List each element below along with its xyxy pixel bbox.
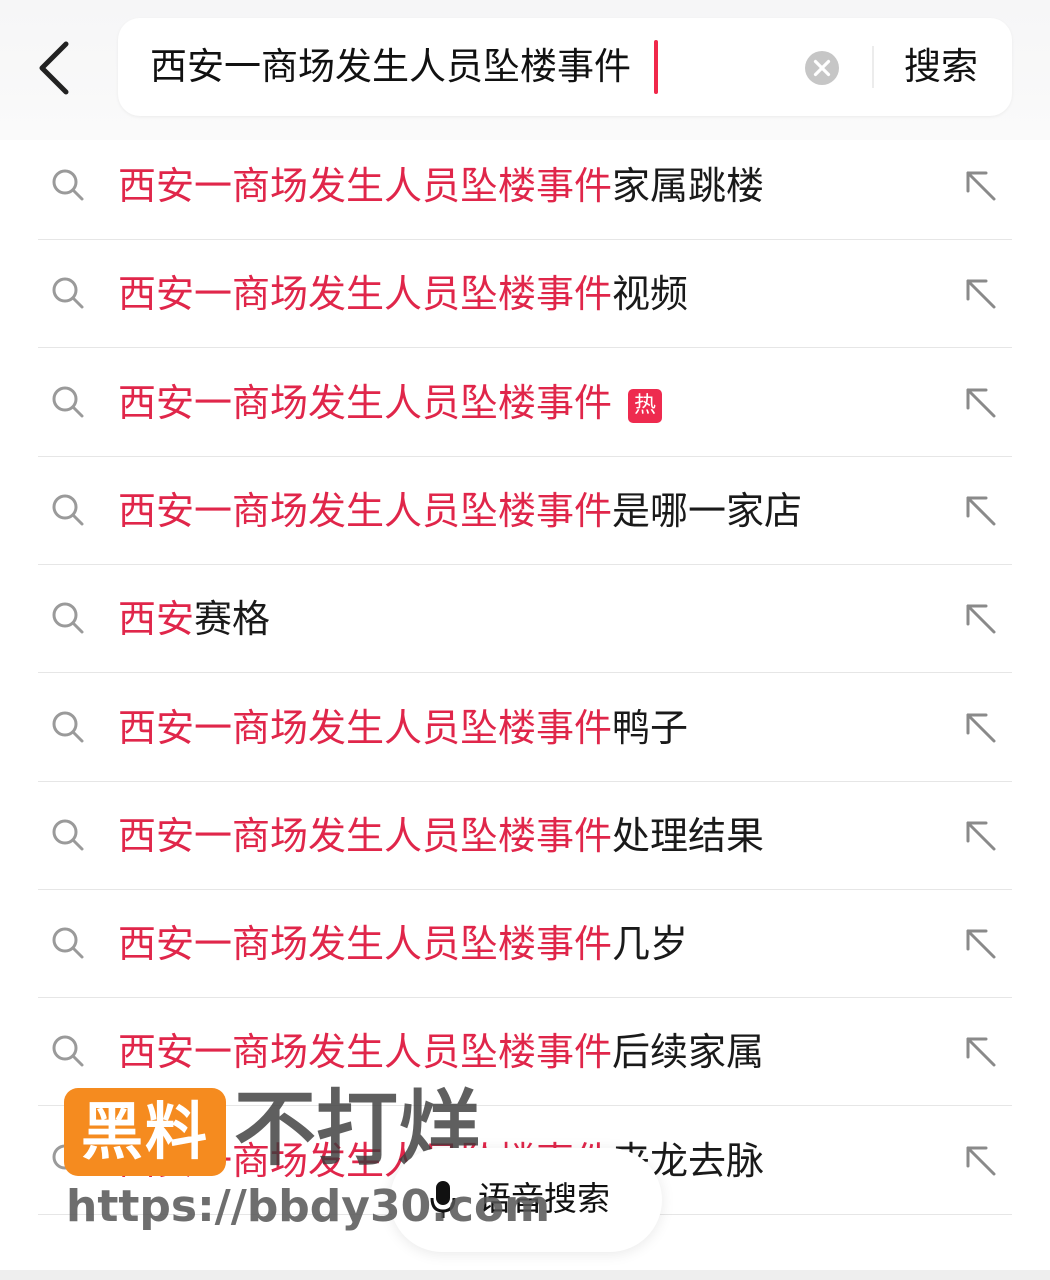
fill-query-arrow-icon[interactable] bbox=[962, 925, 1000, 963]
suggestion-text: 西安一商场发生人员坠楼事件处理结果 bbox=[118, 810, 764, 862]
watermark-badge: 黑料 bbox=[64, 1088, 226, 1176]
divider bbox=[872, 46, 874, 88]
search-icon-glyph bbox=[52, 494, 84, 526]
suggestion-highlight: 西安一商场发生人员坠楼事件 bbox=[118, 1030, 613, 1075]
back-arrow-icon[interactable] bbox=[28, 36, 88, 100]
fill-query-arrow-icon[interactable] bbox=[962, 817, 1000, 855]
suggestion-rest: 鸭子 bbox=[612, 705, 689, 750]
search-icon-glyph bbox=[52, 927, 84, 959]
arrow-up-left-icon bbox=[966, 171, 996, 201]
search-icon bbox=[50, 817, 86, 853]
arrow-up-left-icon bbox=[966, 279, 996, 309]
search-icon-glyph bbox=[52, 277, 84, 309]
search-icon-glyph bbox=[52, 1035, 84, 1067]
suggestion-text: 西安一商场发生人员坠楼事件鸭子 bbox=[118, 702, 688, 754]
fill-query-arrow-icon[interactable] bbox=[962, 384, 1000, 422]
suggestion-highlight: 西安一商场发生人员坠楼事件 bbox=[118, 922, 613, 967]
search-icon bbox=[50, 275, 86, 311]
arrow-up-left-icon bbox=[966, 929, 996, 959]
fill-query-arrow-icon[interactable] bbox=[962, 275, 1000, 313]
arrow-up-left-icon bbox=[966, 713, 996, 742]
text-caret bbox=[654, 40, 658, 94]
arrow-up-left-icon bbox=[966, 1037, 996, 1067]
suggestion-row[interactable]: 西安一商场发生人员坠楼事件家属跳楼 bbox=[38, 132, 1012, 240]
arrow-up-left-icon bbox=[966, 496, 996, 526]
fill-query-arrow-icon[interactable] bbox=[962, 1142, 1000, 1180]
suggestion-rest: 处理结果 bbox=[612, 813, 765, 858]
search-icon-glyph bbox=[52, 602, 84, 634]
fill-query-arrow-icon[interactable] bbox=[962, 167, 1000, 205]
bottom-strip bbox=[0, 1270, 1050, 1280]
suggestion-highlight: 西安一商场发生人员坠楼事件 bbox=[118, 813, 613, 858]
search-icon-glyph bbox=[52, 819, 84, 851]
fill-query-arrow-icon[interactable] bbox=[962, 1033, 1000, 1071]
suggestion-highlight: 西安一商场发生人员坠楼事件 bbox=[118, 272, 613, 317]
suggestion-rest: 视频 bbox=[612, 272, 689, 317]
search-icon-glyph bbox=[52, 711, 84, 742]
suggestion-row[interactable]: 西安一商场发生人员坠楼事件视频 bbox=[38, 240, 1012, 349]
suggestion-text: 西安赛格 bbox=[118, 593, 270, 645]
clear-icon[interactable] bbox=[804, 50, 840, 86]
search-icon bbox=[50, 492, 86, 528]
search-box[interactable]: 西安一商场发生人员坠楼事件 搜索 bbox=[118, 18, 1012, 116]
arrow-up-left-icon bbox=[966, 388, 996, 418]
suggestion-highlight: 西安 bbox=[118, 597, 195, 642]
suggestion-text: 西安一商场发生人员坠楼事件视频 bbox=[118, 268, 688, 320]
watermark-url: https://bbdy30.com bbox=[66, 1181, 551, 1232]
suggestion-row[interactable]: 西安一商场发生人员坠楼事件处理结果 bbox=[38, 782, 1012, 890]
suggestion-text: 西安一商场发生人员坠楼事件后续家属 bbox=[118, 1026, 764, 1078]
top-bar: 西安一商场发生人员坠楼事件 搜索 bbox=[0, 0, 1050, 140]
suggestion-rest: 是哪一家店 bbox=[612, 488, 803, 533]
suggestion-rest: 几岁 bbox=[612, 922, 689, 967]
suggestion-text: 西安一商场发生人员坠楼事件家属跳楼 bbox=[118, 160, 764, 212]
search-icon bbox=[50, 1033, 86, 1069]
suggestion-row[interactable]: 西安一商场发生人员坠楼事件几岁 bbox=[38, 890, 1012, 999]
arrow-up-left-icon bbox=[966, 604, 996, 634]
suggestion-rest: 赛格 bbox=[194, 597, 271, 642]
suggestion-rest: 家属跳楼 bbox=[612, 164, 765, 208]
arrow-up-left-icon bbox=[966, 1146, 996, 1176]
suggestion-text: 西安一商场发生人员坠楼事件热 bbox=[118, 377, 663, 429]
fill-query-arrow-icon[interactable] bbox=[962, 709, 1000, 747]
suggestion-highlight: 西安一商场发生人员坠楼事件 bbox=[118, 380, 613, 425]
search-icon bbox=[50, 167, 86, 203]
suggestion-text: 西安一商场发生人员坠楼事件几岁 bbox=[118, 918, 688, 970]
search-icon-glyph bbox=[52, 386, 84, 418]
suggestion-row[interactable]: 西安一商场发生人员坠楼事件热 bbox=[38, 349, 1012, 457]
suggestion-row[interactable]: 西安一商场发生人员坠楼事件鸭子 bbox=[38, 674, 1012, 782]
arrow-up-left-icon bbox=[966, 821, 996, 851]
suggestion-row[interactable]: 西安赛格 bbox=[38, 565, 1012, 674]
hot-badge: 热 bbox=[628, 388, 663, 423]
suggestion-highlight: 西安一商场发生人员坠楼事件 bbox=[118, 164, 613, 208]
search-icon bbox=[50, 709, 86, 745]
search-icon bbox=[50, 384, 86, 420]
search-icon-glyph bbox=[52, 169, 84, 201]
search-input[interactable]: 西安一商场发生人员坠楼事件 bbox=[150, 42, 631, 92]
fill-query-arrow-icon[interactable] bbox=[962, 600, 1000, 638]
suggestion-text: 西安一商场发生人员坠楼事件是哪一家店 bbox=[118, 485, 802, 537]
suggestion-highlight: 西安一商场发生人员坠楼事件 bbox=[118, 705, 613, 750]
search-icon bbox=[50, 600, 86, 636]
fill-query-arrow-icon[interactable] bbox=[962, 492, 1000, 530]
search-icon bbox=[50, 925, 86, 961]
suggestion-row[interactable]: 西安一商场发生人员坠楼事件是哪一家店 bbox=[38, 457, 1012, 565]
suggestion-highlight: 西安一商场发生人员坠楼事件 bbox=[118, 488, 613, 533]
suggestion-rest: 后续家属 bbox=[612, 1030, 765, 1075]
search-button[interactable]: 搜索 bbox=[904, 42, 978, 92]
